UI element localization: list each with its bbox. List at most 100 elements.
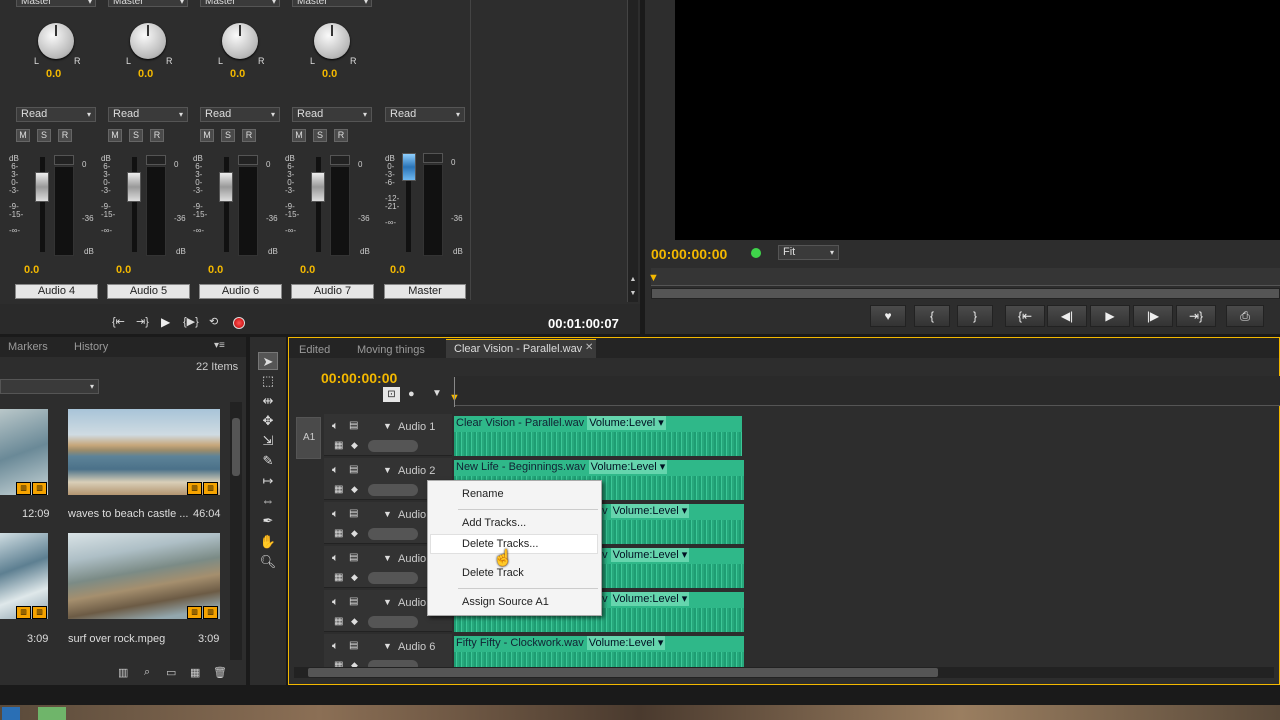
new-item-icon[interactable]: ▦ bbox=[190, 666, 200, 679]
keyframe-navigator[interactable] bbox=[368, 616, 418, 628]
source-patch-a1[interactable]: A1 bbox=[296, 417, 321, 459]
volume-level-dropdown[interactable]: Volume:Level ▾ bbox=[587, 416, 666, 430]
sync-lock-icon[interactable]: ▤ bbox=[349, 464, 358, 475]
play-icon[interactable]: ▶ bbox=[161, 315, 170, 329]
volume-value[interactable]: 0.0 bbox=[24, 264, 39, 276]
add-marker-button[interactable]: ♥ bbox=[870, 305, 906, 327]
volume-fader[interactable] bbox=[311, 172, 325, 202]
add-marker-light-icon[interactable]: ● bbox=[408, 388, 415, 400]
master-automation-dropdown[interactable]: Read ▾ bbox=[385, 107, 465, 122]
menu-item-add-tracks[interactable]: Add Tracks... bbox=[462, 517, 526, 529]
speaker-icon[interactable]: 🔈︎ bbox=[332, 420, 339, 433]
record-enable-button[interactable]: R bbox=[334, 129, 348, 142]
channel-name-field[interactable]: Audio 5 bbox=[107, 284, 190, 299]
step-back-button[interactable]: ◀| bbox=[1047, 305, 1087, 327]
solo-button[interactable]: S bbox=[221, 129, 235, 142]
program-zoom-scrollbar[interactable] bbox=[651, 288, 1280, 299]
mute-button[interactable]: M bbox=[16, 129, 30, 142]
pan-value[interactable]: 0.0 bbox=[322, 68, 337, 80]
solo-button[interactable]: S bbox=[129, 129, 143, 142]
keyframe-navigator[interactable] bbox=[368, 440, 418, 452]
new-bin-icon[interactable]: ▭ bbox=[166, 666, 176, 679]
volume-value[interactable]: 0.0 bbox=[208, 264, 223, 276]
scroll-thumb[interactable] bbox=[308, 668, 938, 677]
program-timecode[interactable]: 00:00:00:00 bbox=[651, 246, 727, 262]
speaker-icon[interactable]: 🔈︎ bbox=[332, 552, 339, 565]
pen-tool-icon[interactable]: ✒ bbox=[258, 512, 278, 530]
keyframe-navigator[interactable] bbox=[368, 572, 418, 584]
automation-mode-dropdown[interactable]: Read ▾ bbox=[16, 107, 96, 122]
go-to-in-button[interactable]: {⇤ bbox=[1005, 305, 1045, 327]
scroll-up-arrow-icon[interactable]: ▲ bbox=[628, 276, 638, 288]
pan-knob[interactable] bbox=[314, 23, 350, 59]
sync-lock-icon[interactable]: ▤ bbox=[349, 552, 358, 563]
play-button[interactable]: ▶ bbox=[1090, 305, 1130, 327]
display-style-icon[interactable]: ▦ bbox=[334, 528, 343, 539]
automation-mode-dropdown[interactable]: Read ▾ bbox=[200, 107, 280, 122]
mute-button[interactable]: M bbox=[108, 129, 122, 142]
volume-level-dropdown[interactable]: Volume:Level ▾ bbox=[610, 548, 690, 562]
project-scrollbar[interactable] bbox=[230, 402, 242, 660]
channel-name-field[interactable]: Audio 7 bbox=[291, 284, 374, 299]
channel-output-dropdown[interactable]: Master bbox=[292, 0, 372, 7]
tab-clear-vision[interactable]: Clear Vision - Parallel.wav ✕ bbox=[446, 339, 596, 358]
project-bin-dropdown[interactable]: ▾ bbox=[0, 379, 99, 394]
mark-in-button[interactable]: { bbox=[914, 305, 950, 327]
record-enable-button[interactable]: R bbox=[150, 129, 164, 142]
zoom-fit-dropdown[interactable]: Fit ▾ bbox=[778, 245, 839, 260]
sync-lock-icon[interactable]: ▤ bbox=[349, 420, 358, 431]
expand-triangle-icon[interactable]: ▼ bbox=[383, 597, 392, 607]
razor-tool-icon[interactable]: ✎ bbox=[258, 452, 278, 470]
slide-tool-icon[interactable]: ⇔ bbox=[258, 492, 278, 510]
keyframe-icon[interactable]: ◆ bbox=[351, 572, 358, 583]
keyframe-icon[interactable]: ◆ bbox=[351, 440, 358, 451]
scroll-down-arrow-icon[interactable]: ▼ bbox=[628, 290, 638, 302]
panel-menu-icon[interactable]: ▾≡ bbox=[214, 340, 225, 351]
go-to-out-icon[interactable]: ⇥} bbox=[136, 315, 149, 328]
list-view-icon[interactable]: ▥ bbox=[118, 666, 128, 679]
expand-triangle-icon[interactable]: ▼ bbox=[383, 553, 392, 563]
mixer-scrollbar[interactable] bbox=[627, 0, 638, 302]
playhead-icon[interactable]: ▼ bbox=[648, 272, 659, 284]
scroll-thumb[interactable] bbox=[232, 418, 240, 476]
display-style-icon[interactable]: ▦ bbox=[334, 440, 343, 451]
record-enable-button[interactable]: R bbox=[242, 129, 256, 142]
master-volume-value[interactable]: 0.0 bbox=[390, 264, 405, 276]
pan-knob[interactable] bbox=[38, 23, 74, 59]
automation-mode-dropdown[interactable]: Read ▾ bbox=[292, 107, 372, 122]
hand-tool-icon[interactable]: ✋ bbox=[258, 533, 278, 551]
channel-output-dropdown[interactable]: Master bbox=[200, 0, 280, 7]
volume-level-dropdown[interactable]: Volume:Level ▾ bbox=[586, 636, 666, 650]
track-name[interactable]: Audio 2 bbox=[398, 465, 435, 477]
solo-button[interactable]: S bbox=[313, 129, 327, 142]
track-select-tool-icon[interactable]: ⬚ bbox=[258, 372, 278, 390]
mute-button[interactable]: M bbox=[200, 129, 214, 142]
tab-history[interactable]: History bbox=[74, 341, 108, 353]
channel-output-dropdown[interactable]: Master bbox=[108, 0, 188, 7]
track-header[interactable]: 🔈︎ ▤ ▼ Audio 1 ▦ ◆ bbox=[324, 414, 452, 456]
close-icon[interactable]: ✕ bbox=[585, 342, 593, 353]
pan-value[interactable]: 0.0 bbox=[230, 68, 245, 80]
track-name[interactable]: Audio 1 bbox=[398, 421, 435, 433]
volume-fader[interactable] bbox=[127, 172, 141, 202]
automation-mode-dropdown[interactable]: Read ▾ bbox=[108, 107, 188, 122]
pan-value[interactable]: 0.0 bbox=[138, 68, 153, 80]
master-volume-fader[interactable] bbox=[402, 153, 416, 181]
tab-edited[interactable]: Edited bbox=[299, 341, 330, 359]
slip-tool-icon[interactable]: ↦ bbox=[258, 472, 278, 490]
mark-out-button[interactable]: } bbox=[957, 305, 993, 327]
loop-icon[interactable]: ⟲ bbox=[209, 315, 218, 328]
program-time-ruler[interactable] bbox=[651, 268, 1280, 286]
menu-item-assign-source[interactable]: Assign Source A1 bbox=[462, 596, 549, 608]
selection-tool-icon[interactable]: ➤ bbox=[258, 352, 278, 370]
keyframe-navigator[interactable] bbox=[368, 528, 418, 540]
pan-value[interactable]: 0.0 bbox=[46, 68, 61, 80]
speaker-icon[interactable]: 🔈︎ bbox=[332, 508, 339, 521]
find-icon[interactable]: ⌕ bbox=[144, 666, 150, 679]
display-style-icon[interactable]: ▦ bbox=[334, 484, 343, 495]
pan-knob[interactable] bbox=[222, 23, 258, 59]
rate-stretch-tool-icon[interactable]: ⇲ bbox=[258, 432, 278, 450]
track-name[interactable]: Audio 6 bbox=[398, 641, 435, 653]
audio-clip[interactable]: Clear Vision - Parallel.wav Volume:Level … bbox=[454, 416, 742, 456]
volume-level-dropdown[interactable]: Volume:Level ▾ bbox=[610, 504, 690, 518]
